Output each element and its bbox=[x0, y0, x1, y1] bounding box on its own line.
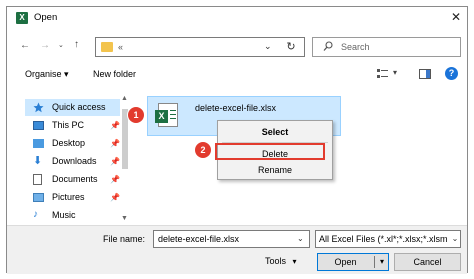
menu-item-select[interactable]: Select bbox=[218, 124, 332, 140]
refresh-icon[interactable]: ↻ bbox=[280, 37, 302, 57]
open-dialog: X Open ✕ ← → ⌄ ↑ « ⌄ ↻ Search Organise ▾… bbox=[6, 6, 468, 274]
tools-dropdown-icon: ▾ bbox=[292, 257, 297, 266]
file-type-select[interactable]: All Excel Files (*.xl*;*.xlsx;*.xlsm ⌄ bbox=[315, 230, 461, 248]
file-name-dropdown-icon[interactable]: ⌄ bbox=[297, 231, 304, 247]
open-label: Open bbox=[334, 257, 357, 267]
excel-badge-icon: X bbox=[155, 110, 168, 123]
recent-chevron-down-icon[interactable]: ⌄ bbox=[58, 40, 64, 52]
new-folder-button[interactable]: New folder bbox=[93, 69, 136, 79]
nav-item-pictures[interactable]: Pictures 📌 bbox=[25, 189, 120, 206]
view-dropdown-icon[interactable]: ▾ bbox=[393, 68, 397, 77]
nav-item-label: This PC bbox=[52, 120, 85, 130]
nav-item-label: Documents bbox=[52, 174, 98, 184]
tools-label: Tools bbox=[265, 256, 287, 266]
address-bar[interactable]: « ⌄ bbox=[95, 37, 305, 57]
search-placeholder[interactable]: Search bbox=[341, 42, 370, 52]
search-icon bbox=[323, 41, 333, 54]
file-name-label: delete-excel-file.xlsx bbox=[195, 103, 277, 113]
organise-button[interactable]: Organise ▾ bbox=[25, 69, 69, 80]
document-icon bbox=[33, 174, 42, 185]
nav-item-label: Music bbox=[52, 210, 76, 220]
music-icon: ♪ bbox=[33, 209, 38, 220]
nav-item-label: Quick access bbox=[52, 102, 106, 112]
nav-item-label: Desktop bbox=[52, 138, 86, 148]
preview-pane-icon[interactable] bbox=[419, 69, 431, 81]
nav-item-label: Downloads bbox=[52, 156, 97, 166]
nav-item-music[interactable]: ♪ Music bbox=[25, 207, 120, 221]
up-arrow-icon[interactable]: ↑ bbox=[74, 39, 79, 51]
window-title: Open bbox=[34, 12, 58, 23]
pin-icon: 📌 bbox=[110, 139, 120, 148]
file-type-dropdown-icon[interactable]: ⌄ bbox=[449, 231, 460, 247]
scroll-thumb[interactable] bbox=[122, 109, 128, 169]
split-divider bbox=[374, 256, 375, 268]
address-dropdown-chevron-icon[interactable]: ⌄ bbox=[264, 41, 272, 52]
excel-file-icon: X bbox=[155, 103, 178, 127]
step-2-badge: 2 bbox=[195, 142, 211, 158]
nav-item-label: Pictures bbox=[52, 192, 85, 202]
nav-item-this-pc[interactable]: This PC 📌 bbox=[25, 117, 120, 134]
step-1-badge: 1 bbox=[128, 107, 144, 123]
back-arrow-icon[interactable]: ← bbox=[20, 40, 30, 52]
forward-arrow-icon[interactable]: → bbox=[40, 40, 50, 52]
excel-app-icon: X bbox=[16, 12, 28, 24]
file-name-input[interactable]: delete-excel-file.xlsx ⌄ bbox=[153, 230, 310, 248]
search-box[interactable]: Search bbox=[312, 37, 461, 57]
nav-item-quick-access[interactable]: Quick access bbox=[25, 99, 120, 116]
command-bar: Organise ▾ New folder ▾ ? bbox=[7, 65, 467, 85]
delete-highlight-box bbox=[215, 143, 325, 160]
open-dropdown-icon[interactable]: ▾ bbox=[376, 254, 388, 270]
pin-icon: 📌 bbox=[110, 157, 120, 166]
navigation-pane: Quick access This PC 📌 Desktop 📌 ⬇ Downl… bbox=[25, 95, 120, 225]
picture-icon bbox=[33, 193, 44, 202]
view-options-icon[interactable] bbox=[377, 69, 388, 81]
file-type-value[interactable]: All Excel Files (*.xl*;*.xlsx;*.xlsm bbox=[319, 231, 448, 247]
file-name-field-label: File name: bbox=[103, 234, 146, 244]
pin-icon: 📌 bbox=[110, 193, 120, 202]
desktop-icon bbox=[33, 139, 44, 148]
menu-item-rename[interactable]: Rename bbox=[218, 162, 332, 178]
pin-icon: 📌 bbox=[110, 121, 120, 130]
download-icon: ⬇ bbox=[33, 155, 43, 167]
star-icon bbox=[33, 102, 44, 113]
bottom-panel: File name: delete-excel-file.xlsx ⌄ All … bbox=[7, 225, 467, 274]
pin-icon: 📌 bbox=[110, 175, 120, 184]
nav-item-desktop[interactable]: Desktop 📌 bbox=[25, 135, 120, 152]
nav-item-documents[interactable]: Documents 📌 bbox=[25, 171, 120, 188]
open-button[interactable]: Open ▾ bbox=[317, 253, 389, 271]
file-name-value[interactable]: delete-excel-file.xlsx bbox=[158, 231, 239, 247]
scroll-up-icon[interactable]: ▲ bbox=[121, 95, 128, 102]
scroll-down-icon[interactable]: ▼ bbox=[121, 215, 128, 222]
title-bar: X Open ✕ bbox=[7, 7, 467, 29]
help-icon[interactable]: ? bbox=[445, 67, 458, 80]
breadcrumb[interactable]: « bbox=[118, 42, 123, 52]
cancel-button[interactable]: Cancel bbox=[394, 253, 461, 271]
close-icon[interactable]: ✕ bbox=[449, 10, 463, 24]
nav-item-downloads[interactable]: ⬇ Downloads 📌 bbox=[25, 153, 120, 170]
computer-icon bbox=[33, 121, 44, 130]
tools-button[interactable]: Tools ▾ bbox=[265, 253, 297, 270]
folder-icon bbox=[101, 42, 113, 52]
